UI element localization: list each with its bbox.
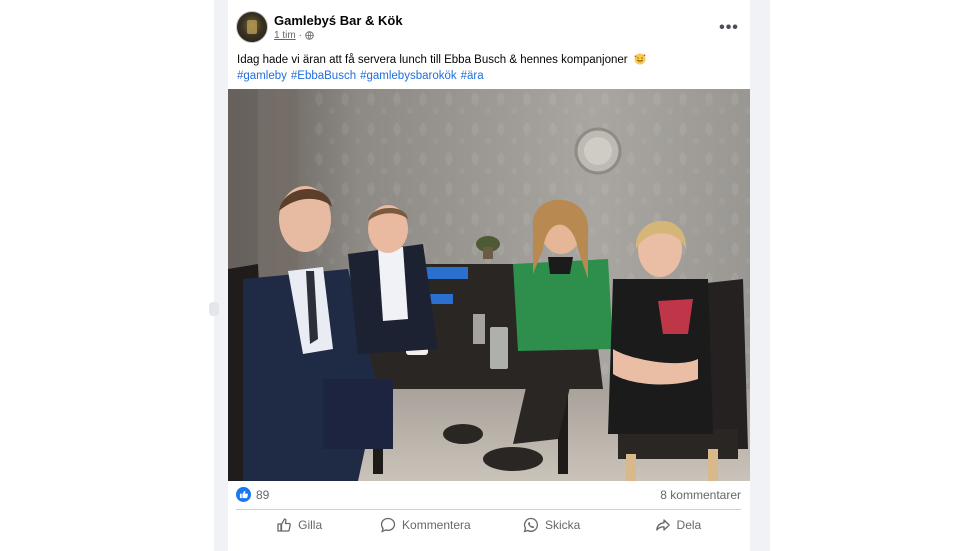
send-button-label: Skicka (544, 518, 581, 532)
like-button[interactable]: Gilla (236, 512, 362, 538)
share-icon (655, 519, 670, 531)
globe-icon (305, 31, 314, 40)
post-photo[interactable] (228, 89, 750, 481)
like-reaction-icon[interactable] (236, 487, 251, 502)
like-button-label: Gilla (298, 518, 323, 532)
post-header: Gamlebyś Bar & Kök 1 tim · ••• (236, 11, 750, 45)
page-avatar[interactable] (236, 11, 268, 43)
share-button[interactable]: Dela (615, 512, 741, 538)
hashtag-list: #gamleby #EbbaBusch #gamlebysbarokök #ära (237, 68, 742, 84)
comment-button[interactable]: Kommentera (362, 512, 488, 538)
post-card: Gamlebyś Bar & Kök 1 tim · ••• Idag hade… (228, 0, 750, 551)
post-actions-bar: Gilla Kommentera Skicka Dela (236, 512, 741, 538)
whatsapp-icon (523, 517, 538, 533)
caption-text: Idag hade vi äran att få servera lunch t… (237, 54, 628, 66)
hashtag-link[interactable]: #gamleby (237, 70, 287, 82)
feed-right-gutter (750, 0, 770, 551)
meta-separator: · (298, 30, 303, 41)
post-caption: Idag hade vi äran att få servera lunch t… (237, 52, 742, 84)
comment-icon (380, 517, 396, 533)
hashtag-link[interactable]: #EbbaBusch (291, 70, 356, 82)
feed-left-gutter (214, 0, 228, 551)
send-button[interactable]: Skicka (489, 512, 615, 538)
page-name-link[interactable]: Gamlebyś Bar & Kök (274, 13, 403, 28)
restaurant-group-photo (228, 89, 750, 481)
hashtag-link[interactable]: #gamlebysbarokök (360, 70, 457, 82)
likes-count[interactable]: 89 (256, 488, 269, 502)
hashtag-link[interactable]: #ära (461, 70, 484, 82)
scroll-indicator (209, 302, 219, 316)
share-button-label: Dela (676, 518, 702, 532)
more-options-icon[interactable]: ••• (718, 17, 740, 39)
comment-button-label: Kommentera (402, 518, 471, 532)
smiling-face-with-hearts-icon (634, 53, 646, 65)
post-stats: 89 8 kommentarer (236, 486, 741, 506)
post-meta: 1 tim · (274, 30, 314, 41)
actions-divider (236, 509, 741, 510)
comments-count-link[interactable]: 8 kommentarer (660, 488, 741, 502)
post-timestamp[interactable]: 1 tim (274, 30, 296, 41)
thumbs-up-icon (277, 518, 291, 532)
